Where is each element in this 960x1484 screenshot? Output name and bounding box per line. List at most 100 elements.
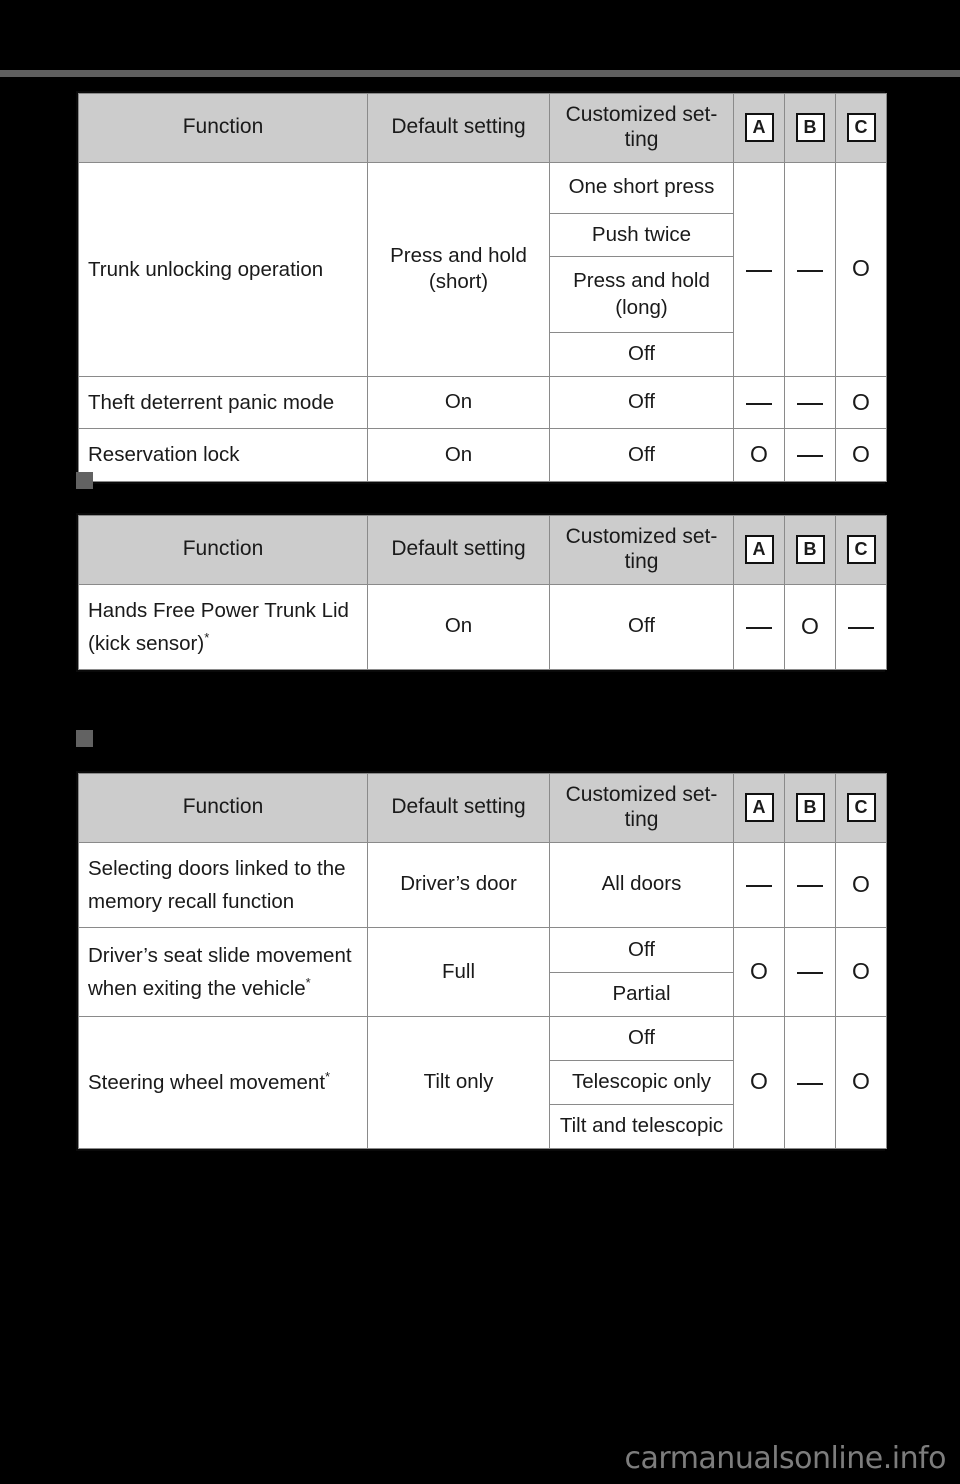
cell-function: Selecting doors linked to the memory rec…: [78, 841, 368, 928]
function-label: Steering wheel movement: [88, 1070, 326, 1094]
table-body: Trunk unlocking operation Press and hold…: [78, 161, 887, 482]
column-header-default-setting: Default setting: [367, 773, 550, 843]
column-header-c: C: [835, 93, 887, 163]
cell-mark-c: O: [835, 161, 887, 378]
dash-icon: [797, 269, 823, 272]
badge-c: C: [846, 113, 876, 143]
badge-c: C: [846, 535, 876, 565]
section-marker-icon: [76, 730, 93, 747]
cell-customized-option: One short press: [549, 161, 734, 214]
table-row: Driver’s seat slide movement when exitin…: [78, 926, 887, 1017]
cell-default-setting: Full: [367, 926, 550, 1017]
badge-a: A: [744, 113, 774, 143]
column-header-default-setting: Default setting: [367, 93, 550, 163]
option-line-1: Press and hold: [573, 269, 710, 293]
circle-icon: O: [852, 870, 870, 897]
badge-a: A: [744, 535, 774, 565]
footnote-asterisk: *: [305, 975, 311, 991]
cell-mark-a: [733, 841, 785, 928]
cell-mark-a: O: [733, 926, 785, 1017]
manual-page: Function Default setting Customized set-…: [0, 0, 960, 1484]
badge-b: B: [795, 113, 825, 143]
cell-customized-option: All doors: [549, 841, 734, 928]
section-marker-icon: [76, 472, 93, 489]
column-header-function: Function: [78, 773, 368, 843]
column-header-b: B: [784, 93, 836, 163]
cell-function: Trunk unlocking operation: [78, 161, 368, 378]
cell-customized-option: Tilt and telescopic: [549, 1103, 734, 1149]
cell-default-setting: Tilt only: [367, 1015, 550, 1149]
column-header-a: A: [733, 773, 785, 843]
dash-icon: [746, 626, 772, 629]
function-line-1: Hands Free Power Trunk Lid: [88, 598, 349, 622]
cell-customized-option: Off: [549, 583, 734, 670]
dash-icon: [746, 269, 772, 272]
cell-mark-a: O: [733, 428, 785, 482]
function-line-1: Driver’s seat slide movement: [88, 943, 352, 967]
cell-function: Theft deterrent panic mode: [78, 376, 368, 430]
function-line-2: (kick sensor): [88, 631, 205, 655]
cell-mark-a: [733, 376, 785, 430]
cell-customized-option: Telescopic only: [549, 1059, 734, 1105]
customization-table-trunk-and-lock: Function Default setting Customized set-…: [76, 91, 887, 484]
column-header-a: A: [733, 515, 785, 585]
dash-icon: [797, 884, 823, 887]
circle-icon: O: [750, 440, 768, 467]
dash-icon: [797, 1082, 823, 1085]
circle-icon: O: [852, 440, 870, 467]
table-body: Hands Free Power Trunk Lid (kick sensor)…: [78, 583, 887, 670]
table-row: Selecting doors linked to the memory rec…: [78, 841, 887, 928]
option-line-2: (long): [615, 295, 668, 319]
badge-c: C: [846, 793, 876, 823]
badge-b: B: [795, 793, 825, 823]
function-line-1: Selecting doors linked to the: [88, 856, 346, 880]
cell-mark-c: O: [835, 428, 887, 482]
cell-mark-b: [784, 1015, 836, 1149]
default-line-2: (short): [428, 270, 489, 294]
cell-mark-b: [784, 428, 836, 482]
cell-function: Hands Free Power Trunk Lid (kick sensor)…: [78, 583, 368, 670]
cell-function: Driver’s seat slide movement when exitin…: [78, 926, 368, 1017]
table-row: Theft deterrent panic mode On Off O: [78, 376, 887, 430]
cell-customized-option: Push twice: [549, 212, 734, 258]
footnote-asterisk: *: [204, 629, 210, 645]
circle-icon: O: [801, 612, 819, 639]
cell-mark-c: O: [835, 841, 887, 928]
column-header-a: A: [733, 93, 785, 163]
column-header-default-setting: Default setting: [367, 515, 550, 585]
cell-customized-option: Off: [549, 428, 734, 482]
circle-icon: O: [750, 1068, 768, 1095]
cell-function: Steering wheel movement*: [78, 1015, 368, 1149]
function-line-2: when exiting the vehicle: [88, 976, 306, 1000]
section-heading-1: [76, 472, 102, 489]
cell-mark-c: O: [835, 1015, 887, 1149]
table-header: Function Default setting Customized set-…: [78, 773, 887, 843]
column-header-customized-setting: Customized set-ting: [549, 93, 734, 163]
cell-default-setting: On: [367, 428, 550, 482]
page-header-rule: [0, 70, 960, 77]
table: Function Default setting Customized set-…: [78, 93, 887, 482]
cell-customized-option: Off: [549, 1015, 734, 1061]
cell-default-setting: Driver’s door: [367, 841, 550, 928]
cell-mark-b: [784, 841, 836, 928]
table-header: Function Default setting Customized set-…: [78, 515, 887, 585]
cell-customized-option: Off: [549, 926, 734, 973]
cell-default-setting: On: [367, 583, 550, 670]
dash-icon: [797, 455, 823, 458]
table: Function Default setting Customized set-…: [78, 773, 887, 1149]
cell-default-setting: Press and hold (short): [367, 161, 550, 378]
function-line-2: memory recall function: [88, 889, 295, 913]
dash-icon: [848, 626, 874, 629]
cell-customized-option: Off: [549, 332, 734, 378]
section-heading-2: [76, 730, 102, 747]
column-header-b: B: [784, 515, 836, 585]
footnote-asterisk: *: [325, 1069, 331, 1084]
cell-customized-option: Partial: [549, 971, 734, 1017]
dash-icon: [746, 402, 772, 405]
customization-table-hands-free-trunk: Function Default setting Customized set-…: [76, 513, 887, 672]
cell-mark-b: [784, 376, 836, 430]
customization-table-memory-and-steering: Function Default setting Customized set-…: [76, 771, 887, 1151]
dash-icon: [797, 402, 823, 405]
cell-mark-a: O: [733, 1015, 785, 1149]
table-row: Trunk unlocking operation Press and hold…: [78, 161, 887, 378]
